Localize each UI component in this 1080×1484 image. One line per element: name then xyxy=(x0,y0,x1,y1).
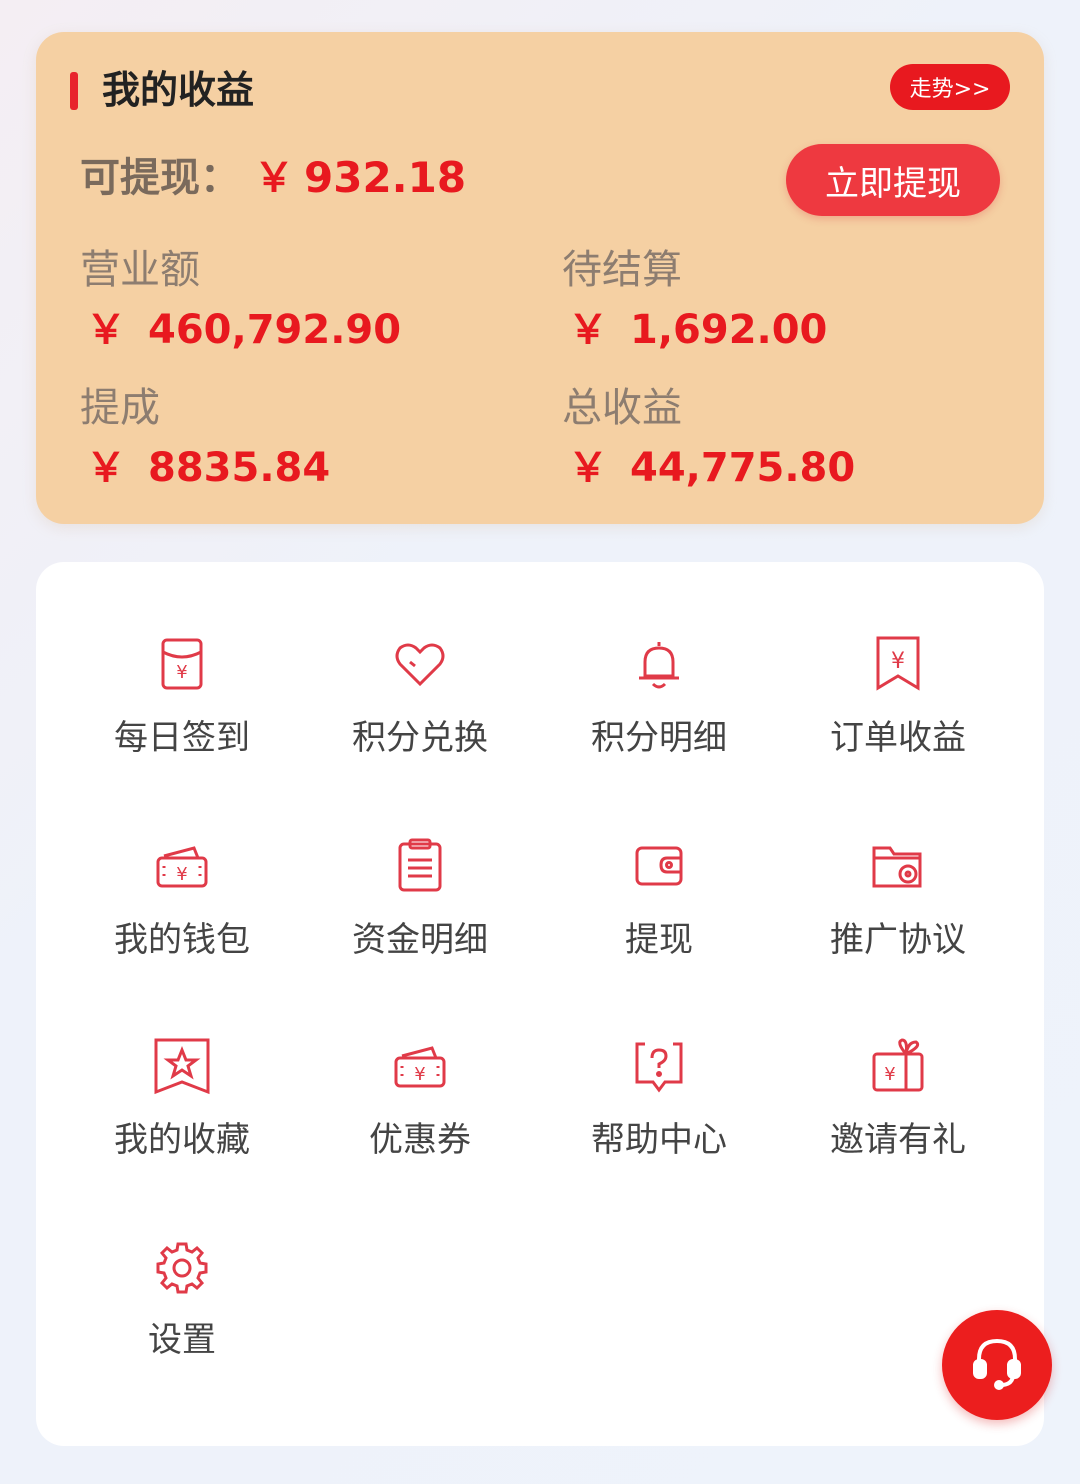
clipboard-icon xyxy=(388,834,452,898)
svg-text:¥: ¥ xyxy=(884,1064,895,1085)
stat-value-commission: ￥ 8835.84 xyxy=(86,445,331,491)
bell-icon xyxy=(627,632,691,696)
wallet-money-icon: ¥ xyxy=(150,834,214,898)
stat-value-pending: ￥ 1,692.00 xyxy=(568,307,828,353)
withdraw-now-button[interactable]: 立即提现 xyxy=(786,144,1000,216)
folder-icon xyxy=(866,834,930,898)
help-icon xyxy=(627,1034,691,1098)
menu-item-points-detail[interactable]: 积分明细 xyxy=(539,632,779,802)
menu-item-fund-detail[interactable]: 资金明细 xyxy=(300,834,540,1004)
menu-item-help-center[interactable]: 帮助中心 xyxy=(539,1034,779,1204)
coupon-icon: ¥ xyxy=(388,1034,452,1098)
title-accent-bar xyxy=(70,72,78,110)
menu-label: 积分兑换 xyxy=(352,718,488,758)
menu-label: 我的钱包 xyxy=(114,920,250,960)
trend-button[interactable]: 走势>> xyxy=(890,64,1010,110)
menu-item-settings[interactable]: 设置 xyxy=(62,1234,302,1404)
customer-service-button[interactable] xyxy=(942,1310,1052,1420)
withdrawable-label: 可提现： xyxy=(80,155,240,201)
menu-label: 邀请有礼 xyxy=(830,1120,966,1160)
menu-item-coupons[interactable]: ¥ 优惠券 xyxy=(300,1034,540,1204)
stat-label-commission: 提成 xyxy=(80,385,160,431)
menu-label: 推广协议 xyxy=(830,920,966,960)
menu-label: 每日签到 xyxy=(114,718,250,758)
menu-item-withdraw[interactable]: 提现 xyxy=(539,834,779,1004)
menu-item-promo-agreement[interactable]: 推广协议 xyxy=(778,834,1018,1004)
svg-text:¥: ¥ xyxy=(176,662,187,683)
stat-value-total: ￥ 44,775.80 xyxy=(568,445,856,491)
red-envelope-icon: ¥ xyxy=(150,632,214,696)
receipt-icon: ¥ xyxy=(866,632,930,696)
menu-label: 帮助中心 xyxy=(591,1120,727,1160)
gear-icon xyxy=(150,1234,214,1298)
menu-item-my-favorites[interactable]: 我的收藏 xyxy=(62,1034,302,1204)
svg-text:¥: ¥ xyxy=(414,1064,425,1085)
earnings-card: 我的收益 走势>> 可提现： ￥ 932.18 立即提现 营业额 ￥ 460,79… xyxy=(36,32,1044,524)
menu-item-invite-gift[interactable]: ¥ 邀请有礼 xyxy=(778,1034,1018,1204)
stat-label-revenue: 营业额 xyxy=(80,247,200,293)
withdrawable-value: 932.18 xyxy=(304,153,467,202)
menu-item-my-wallet[interactable]: ¥ 我的钱包 xyxy=(62,834,302,1004)
star-bookmark-icon xyxy=(150,1034,214,1098)
earnings-title: 我的收益 xyxy=(102,68,255,112)
menu-label: 积分明细 xyxy=(591,718,727,758)
menu-item-points-exchange[interactable]: 积分兑换 xyxy=(300,632,540,802)
menu-label: 提现 xyxy=(625,920,693,960)
menu-label: 设置 xyxy=(148,1320,216,1360)
stat-label-total: 总收益 xyxy=(562,385,682,431)
svg-text:¥: ¥ xyxy=(176,864,187,885)
gift-icon: ¥ xyxy=(866,1034,930,1098)
menu-label: 订单收益 xyxy=(830,718,966,758)
heart-icon xyxy=(388,632,452,696)
currency-symbol: ￥ xyxy=(254,155,294,201)
menu-item-order-earnings[interactable]: ¥ 订单收益 xyxy=(778,632,1018,802)
svg-text:¥: ¥ xyxy=(891,649,905,674)
menu-item-daily-checkin[interactable]: ¥ 每日签到 xyxy=(62,632,302,802)
wallet-icon xyxy=(627,834,691,898)
menu-label: 资金明细 xyxy=(352,920,488,960)
menu-grid-card: ¥ 每日签到 积分兑换 积分明细 ¥ 订单收益 ¥ 我的钱包 资金明细 提现 推… xyxy=(36,562,1044,1446)
menu-label: 优惠券 xyxy=(369,1120,471,1160)
stat-value-revenue: ￥ 460,792.90 xyxy=(86,307,402,353)
stat-label-pending: 待结算 xyxy=(562,247,682,293)
headset-icon xyxy=(965,1331,1029,1399)
menu-label: 我的收藏 xyxy=(114,1120,250,1160)
